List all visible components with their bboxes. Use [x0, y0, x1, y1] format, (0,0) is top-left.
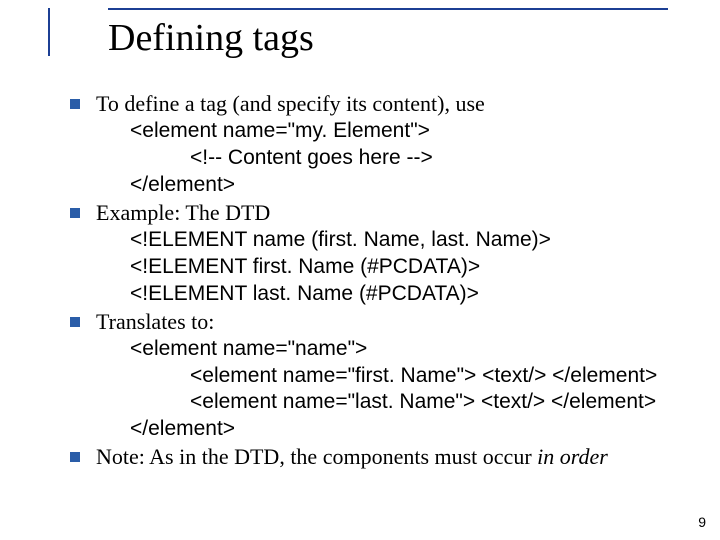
code-line: <element name="last. Name"> <text/> </el…	[70, 389, 690, 416]
bullet-icon	[70, 452, 80, 462]
code-line: <!-- Content goes here -->	[70, 145, 690, 172]
bullet-icon	[70, 208, 80, 218]
bullet-item: Example: The DTD	[70, 199, 690, 227]
bullet-item: To define a tag (and specify its content…	[70, 90, 690, 118]
code-line: <!ELEMENT first. Name (#PCDATA)>	[70, 254, 690, 281]
slide-body: To define a tag (and specify its content…	[70, 90, 690, 471]
bullet-icon	[70, 317, 80, 327]
code-line: </element>	[70, 172, 690, 199]
code-line: <!ELEMENT last. Name (#PCDATA)>	[70, 281, 690, 308]
slide-title: Defining tags	[108, 16, 314, 60]
bullet-text: Note: As in the DTD, the components must…	[96, 443, 690, 471]
title-tick	[48, 8, 50, 56]
bullet-item: Note: As in the DTD, the components must…	[70, 443, 690, 471]
bullet-item: Translates to:	[70, 308, 690, 336]
bullet-icon	[70, 99, 80, 109]
code-line: <element name="name">	[70, 336, 690, 363]
note-emphasis: in order	[537, 444, 608, 469]
bullet-text: Example: The DTD	[96, 199, 690, 227]
code-line: </element>	[70, 416, 690, 443]
bullet-text: Translates to:	[96, 308, 690, 336]
code-line: <!ELEMENT name (first. Name, last. Name)…	[70, 227, 690, 254]
slide: Defining tags To define a tag (and speci…	[0, 0, 720, 540]
note-prefix: Note: As in the DTD, the components must…	[96, 444, 537, 469]
title-rule	[108, 8, 668, 10]
code-line: <element name="my. Element">	[70, 118, 690, 145]
code-line: <element name="first. Name"> <text/> </e…	[70, 363, 690, 390]
page-number: 9	[698, 514, 706, 530]
bullet-text: To define a tag (and specify its content…	[96, 90, 690, 118]
